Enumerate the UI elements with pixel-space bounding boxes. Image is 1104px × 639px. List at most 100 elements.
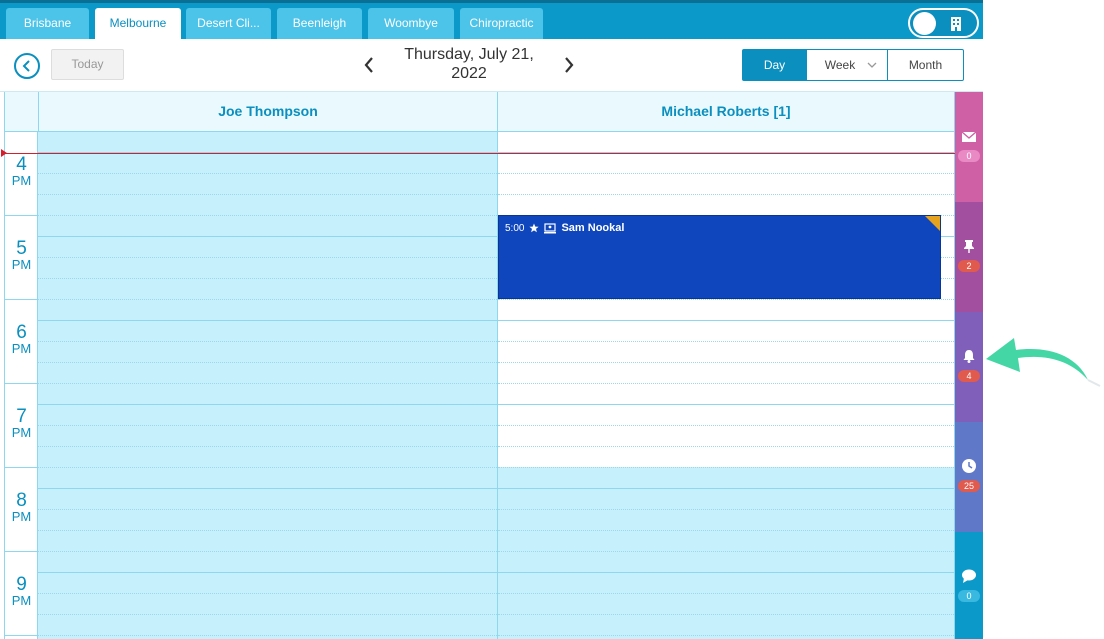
time-slot[interactable]: [498, 594, 954, 615]
tab-woombye[interactable]: Woombye: [368, 8, 454, 42]
hour-number: 5: [16, 238, 27, 259]
time-slot[interactable]: [498, 615, 954, 636]
sidebar-item-pinned[interactable]: 2: [955, 202, 983, 312]
time-slot[interactable]: [38, 342, 497, 363]
day-grid: Joe Thompson Michael Roberts [1] 4 PM 5 PM 6…: [1, 92, 955, 639]
time-slot[interactable]: [38, 405, 497, 426]
tab-desert-clinic[interactable]: Desert Cli...: [186, 8, 271, 42]
hour-divider: [5, 383, 38, 384]
time-slot[interactable]: [498, 321, 954, 342]
tab-brisbane[interactable]: Brisbane: [6, 8, 89, 42]
hour-number: 9: [16, 574, 27, 595]
location-toggle[interactable]: [908, 8, 979, 38]
view-switcher: Day Week Month: [742, 49, 964, 81]
time-slot[interactable]: [38, 468, 497, 489]
time-slot[interactable]: [38, 132, 497, 153]
time-slot[interactable]: [498, 489, 954, 510]
time-slot[interactable]: [38, 384, 497, 405]
time-slot[interactable]: [498, 174, 954, 195]
time-slot[interactable]: [498, 426, 954, 447]
time-slot[interactable]: [498, 468, 954, 489]
hour-label: 9 PM: [5, 574, 38, 608]
time-slot[interactable]: [38, 195, 497, 216]
time-slot[interactable]: [38, 216, 497, 237]
hour-period: PM: [11, 257, 32, 272]
time-slot[interactable]: [498, 447, 954, 468]
time-column: 4 PM 5 PM 6 PM 7 PM 8 PM 9 PM: [5, 132, 38, 639]
chevron-down-icon: [867, 62, 877, 68]
appointment-summary: 5:00 Sam Nookal: [505, 222, 624, 234]
time-slot[interactable]: [38, 300, 497, 321]
waitlist-count-badge: 25: [958, 480, 980, 492]
time-slot[interactable]: [38, 573, 497, 594]
building-icon: [951, 17, 961, 31]
star-icon: [529, 223, 540, 233]
practitioner-column-joe-thompson[interactable]: [38, 132, 498, 639]
time-slot[interactable]: [498, 300, 954, 321]
time-slot[interactable]: [498, 552, 954, 573]
time-slot[interactable]: [38, 447, 497, 468]
time-slot[interactable]: [498, 531, 954, 552]
time-slot[interactable]: [498, 573, 954, 594]
time-slot[interactable]: [38, 531, 497, 552]
week-label: Week: [824, 58, 856, 72]
practitioner-column-michael-roberts[interactable]: [498, 132, 955, 639]
time-slot[interactable]: [38, 489, 497, 510]
hour-divider: [5, 215, 38, 216]
calendar-header: Today Thursday, July 21, 2022 Day Week M…: [0, 39, 983, 92]
time-slot[interactable]: [498, 384, 954, 405]
time-slot[interactable]: [38, 426, 497, 447]
chat-count-badge: 0: [958, 590, 980, 602]
hour-period: PM: [11, 173, 32, 188]
time-slot[interactable]: [38, 321, 497, 342]
time-slot[interactable]: [498, 363, 954, 384]
current-time-line: [5, 153, 955, 154]
tab-beenleigh[interactable]: Beenleigh: [277, 8, 362, 42]
hour-number: 8: [16, 490, 27, 511]
previous-day-button[interactable]: [362, 55, 376, 75]
time-slot[interactable]: [38, 510, 497, 531]
time-slot[interactable]: [38, 237, 497, 258]
telehealth-icon: [544, 222, 557, 233]
appointment-status-flag: [925, 216, 940, 231]
time-slot[interactable]: [38, 153, 497, 174]
time-slot[interactable]: [498, 195, 954, 216]
time-slot[interactable]: [38, 552, 497, 573]
time-slot[interactable]: [38, 174, 497, 195]
day-view-button[interactable]: Day: [743, 50, 806, 80]
sidebar-item-waitlist[interactable]: 25: [955, 422, 983, 532]
time-slot[interactable]: [38, 594, 497, 615]
envelope-icon: [961, 131, 977, 142]
time-slot[interactable]: [38, 363, 497, 384]
time-slot[interactable]: [498, 342, 954, 363]
hour-number: 6: [16, 322, 27, 343]
pin-icon: [964, 240, 974, 253]
hour-period: PM: [11, 593, 32, 608]
tab-chiropractic[interactable]: Chiropractic: [460, 8, 543, 42]
time-slot[interactable]: [498, 132, 954, 153]
messages-count-badge: 0: [958, 150, 980, 162]
back-button[interactable]: [14, 53, 40, 79]
time-slot[interactable]: [38, 258, 497, 279]
time-slot[interactable]: [498, 153, 954, 174]
bell-icon: [963, 350, 975, 363]
hour-label: 7 PM: [5, 407, 38, 440]
hour-label: 6 PM: [5, 322, 38, 356]
today-button[interactable]: Today: [51, 49, 124, 80]
next-day-button[interactable]: [562, 55, 576, 75]
month-view-button[interactable]: Month: [887, 50, 963, 80]
alerts-count-badge: 4: [958, 370, 980, 382]
time-slot[interactable]: [498, 510, 954, 531]
time-slot[interactable]: [38, 615, 497, 636]
sidebar-item-alerts[interactable]: 4: [955, 312, 983, 422]
time-slot[interactable]: [498, 405, 954, 426]
hour-divider: [5, 635, 38, 636]
time-slot[interactable]: [38, 279, 497, 300]
tab-melbourne[interactable]: Melbourne: [95, 8, 181, 42]
hour-label: 4 PM: [5, 155, 38, 188]
toggle-knob: [913, 12, 936, 35]
sidebar-item-chat[interactable]: 0: [955, 532, 983, 639]
appointment-block[interactable]: 5:00 Sam Nookal: [498, 215, 941, 299]
sidebar-item-messages[interactable]: 0: [955, 92, 983, 202]
week-view-button[interactable]: Week: [806, 50, 887, 80]
